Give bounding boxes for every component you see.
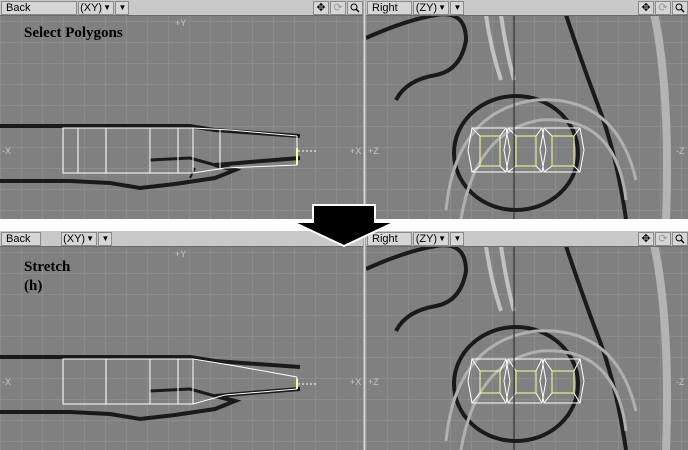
step-caption: Select Polygons — [24, 25, 123, 41]
axis-label-minus-x: -X — [2, 146, 11, 156]
triangle-down-icon: ▼ — [453, 2, 462, 12]
projection-label: (ZY) — [415, 1, 438, 14]
view-type-button[interactable]: Right — [367, 0, 412, 15]
move-icon[interactable]: ✥ — [638, 0, 654, 15]
projection-label: (ZY) — [415, 232, 438, 245]
magnifier-icon[interactable] — [672, 231, 688, 246]
triangle-down-icon: ▼ — [101, 233, 110, 243]
right-viewport[interactable]: +Z -Z — [366, 0, 688, 219]
magnifier-icon[interactable] — [347, 0, 363, 15]
rotate-icon[interactable]: ⟳ — [655, 231, 671, 246]
step-panel-stretch: +Y -X +X Stretch (h) +Z -Z Back (XY) ▼ ▼… — [0, 231, 688, 450]
projection-dropdown[interactable]: (XY) ▼ — [61, 231, 97, 246]
view-type-button[interactable]: Right — [367, 231, 412, 246]
step-caption: Stretch (h) — [24, 259, 71, 294]
hand-right-view-drawing — [366, 231, 671, 450]
view-type-button[interactable]: Back — [1, 231, 41, 246]
viewport-options-dropdown[interactable]: ▼ — [450, 0, 464, 15]
axis-label-plus-z: +Z — [368, 377, 379, 387]
axis-label-plus-z: +Z — [368, 146, 379, 156]
view-type-button[interactable]: Back — [1, 0, 77, 15]
projection-label: (XY) — [80, 1, 103, 14]
triangle-down-icon: ▼ — [453, 233, 462, 243]
view-type-label: Back — [6, 232, 31, 245]
projection-label: (XY) — [63, 232, 86, 245]
view-type-label: Right — [372, 1, 398, 14]
axis-label-minus-x: -X — [2, 377, 11, 387]
view-type-label: Right — [372, 232, 398, 245]
move-icon[interactable]: ✥ — [638, 231, 654, 246]
back-viewport[interactable]: +Y -X +X Stretch (h) — [0, 231, 363, 450]
axis-label-plus-x: +X — [350, 146, 362, 156]
triangle-down-icon: ▼ — [86, 233, 94, 243]
step-panel-select: +Y -X +X Select Polygons +Z -Z Back (XY)… — [0, 0, 688, 219]
projection-dropdown[interactable]: (XY) ▼ — [78, 0, 114, 15]
rotate-icon[interactable]: ⟳ — [330, 0, 346, 15]
back-viewport-titlebar: Back (XY) ▼ ▼ — [0, 231, 363, 247]
projection-dropdown[interactable]: (ZY) ▼ — [413, 231, 449, 246]
view-type-label: Back — [6, 1, 31, 14]
hand-right-view-drawing — [366, 0, 671, 219]
axis-label-plus-x: +X — [350, 377, 362, 387]
back-viewport[interactable]: +Y -X +X Select Polygons — [0, 0, 363, 219]
move-icon[interactable]: ✥ — [313, 0, 329, 15]
axis-label-plus-y: +Y — [175, 249, 187, 259]
axis-label-minus-z: -Z — [676, 377, 685, 387]
viewport-options-dropdown[interactable]: ▼ — [115, 0, 129, 15]
right-viewport[interactable]: +Z -Z — [366, 231, 688, 450]
projection-dropdown[interactable]: (ZY) ▼ — [413, 0, 449, 15]
rotate-icon[interactable]: ⟳ — [655, 0, 671, 15]
triangle-down-icon: ▼ — [103, 2, 111, 12]
back-viewport-titlebar: Back (XY) ▼ ▼ ✥ ⟳ — [0, 0, 363, 16]
right-viewport-titlebar: Right (ZY) ▼ ▼ ✥ ⟳ — [366, 231, 688, 247]
triangle-down-icon: ▼ — [438, 2, 446, 12]
axis-label-minus-z: -Z — [676, 146, 685, 156]
axis-label-plus-y: +Y — [175, 18, 187, 28]
triangle-down-icon: ▼ — [118, 2, 127, 12]
viewport-options-dropdown[interactable]: ▼ — [98, 231, 112, 246]
triangle-down-icon: ▼ — [438, 233, 446, 243]
viewport-options-dropdown[interactable]: ▼ — [450, 231, 464, 246]
right-viewport-titlebar: Right (ZY) ▼ ▼ ✥ ⟳ — [366, 0, 688, 16]
magnifier-icon[interactable] — [672, 0, 688, 15]
